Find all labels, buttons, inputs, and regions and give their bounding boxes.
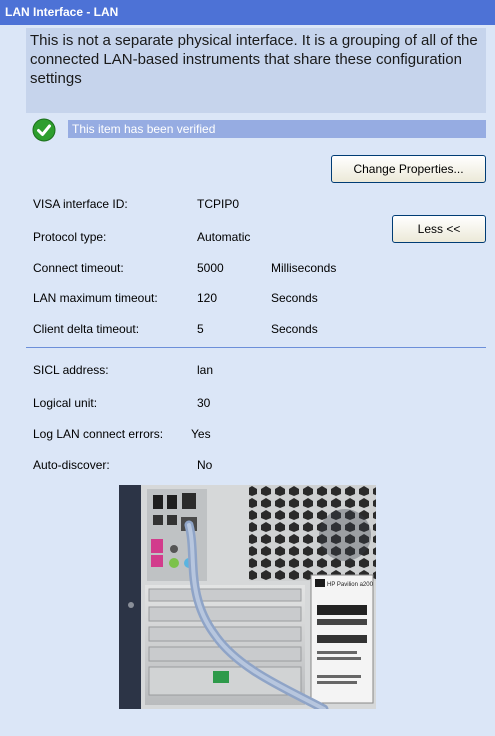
advanced-value: Yes: [191, 427, 211, 441]
setting-unit: Milliseconds: [271, 261, 337, 275]
advanced-value: 30: [197, 396, 211, 410]
advanced-label: SICL address:: [33, 363, 109, 377]
verified-message: This item has been verified: [68, 120, 486, 138]
setting-label: VISA interface ID:: [33, 197, 128, 211]
setting-label: LAN maximum timeout:: [33, 291, 158, 305]
advanced-label: Logical unit:: [33, 396, 98, 410]
setting-value: TCPIP0: [197, 197, 240, 211]
setting-label: Connect timeout:: [33, 261, 124, 275]
pc-rear-panel-illustration: HP Pavilion a200: [119, 485, 376, 709]
setting-value: 5000: [197, 261, 224, 275]
sticker-brand: HP Pavilion a200: [327, 582, 374, 588]
setting-value: 120: [197, 291, 218, 305]
advanced-value: No: [197, 458, 213, 472]
setting-value: Automatic: [197, 230, 251, 244]
setting-unit: Seconds: [271, 322, 318, 336]
setting-label: Client delta timeout:: [33, 322, 140, 336]
advanced-value: lan: [197, 363, 214, 377]
less-button[interactable]: Less <<: [392, 215, 486, 243]
panel-title: LAN Interface - LAN: [0, 0, 495, 25]
section-divider: [26, 347, 486, 348]
advanced-label: Auto-discover:: [33, 458, 110, 472]
advanced-label: Log LAN connect errors:: [33, 427, 164, 441]
setting-label: Protocol type:: [33, 230, 107, 244]
verified-check-icon: [32, 118, 56, 142]
setting-unit: Seconds: [271, 291, 318, 305]
description-text: This is not a separate physical interfac…: [26, 28, 486, 113]
setting-value: 5: [197, 322, 204, 336]
change-properties-button[interactable]: Change Properties...: [331, 155, 486, 183]
